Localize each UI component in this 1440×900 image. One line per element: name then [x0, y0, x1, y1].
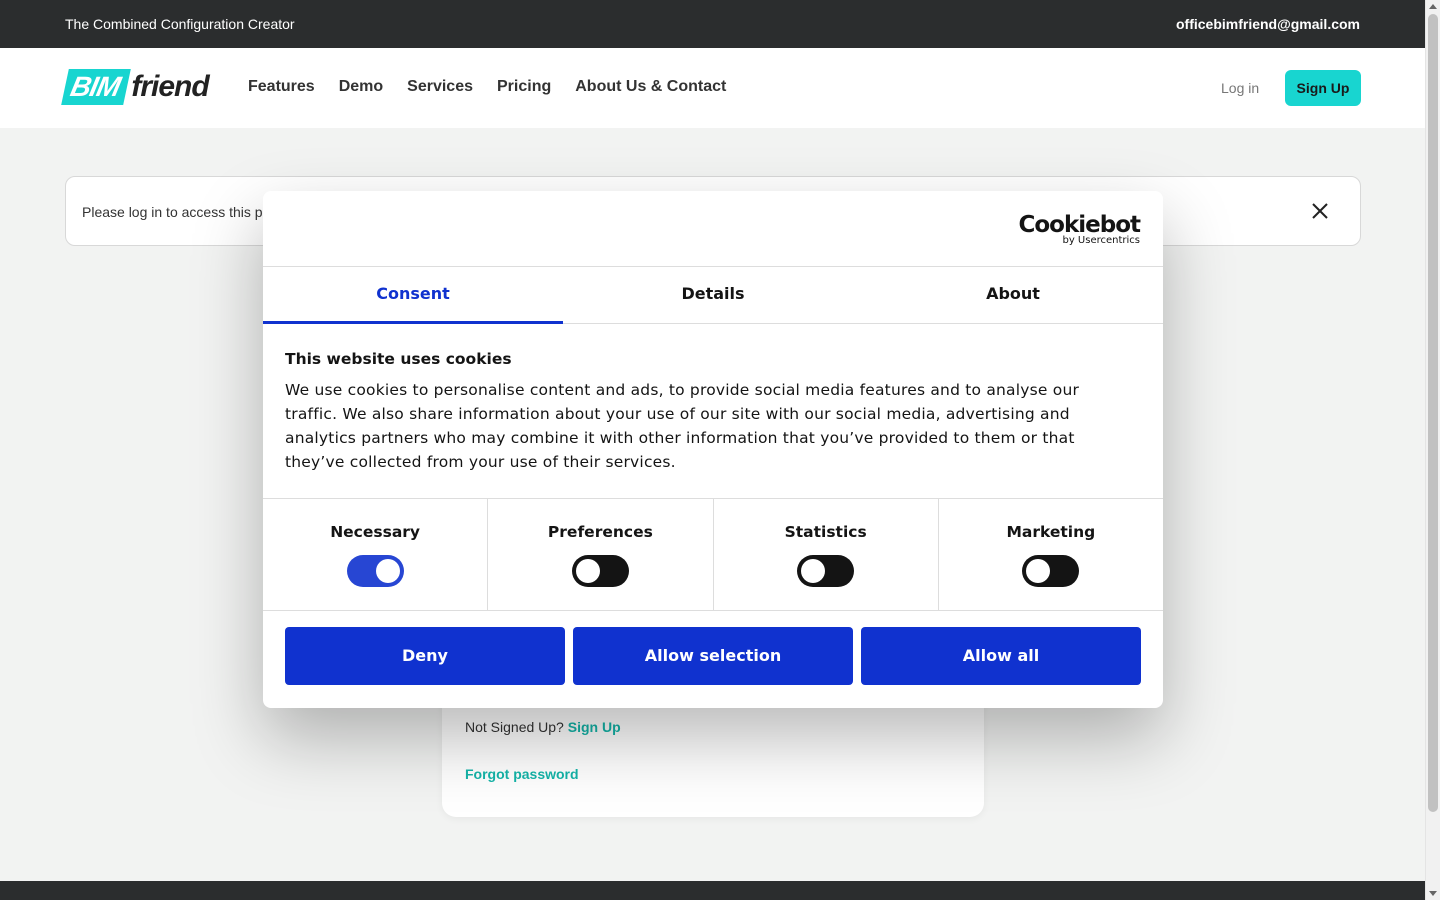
- tab-details[interactable]: Details: [563, 267, 863, 323]
- top-bar: The Combined Configuration Creator offic…: [0, 0, 1425, 48]
- allow-all-button[interactable]: Allow all: [861, 627, 1141, 685]
- card-signup-link[interactable]: Sign Up: [568, 719, 621, 735]
- toggle-knob: [575, 559, 600, 583]
- logo-bim-text: BIM: [61, 69, 132, 105]
- nav-pricing[interactable]: Pricing: [497, 78, 551, 96]
- category-label: Necessary: [330, 523, 421, 541]
- nav-features[interactable]: Features: [248, 78, 315, 96]
- dialog-tabs: Consent Details About: [263, 267, 1163, 324]
- consent-body: This website uses cookies We use cookies…: [285, 350, 1145, 474]
- alert-message: Please log in to access this pa: [82, 204, 271, 220]
- statistics-toggle[interactable]: [797, 555, 855, 587]
- footer: [0, 881, 1425, 900]
- login-link[interactable]: Log in: [1221, 80, 1259, 96]
- page-scrollbar[interactable]: [1425, 0, 1440, 900]
- toggle-knob: [1026, 559, 1051, 583]
- consent-text: We use cookies to personalise content an…: [285, 381, 1080, 471]
- category-preferences: Preferences: [488, 499, 714, 610]
- nav-about-contact[interactable]: About Us & Contact: [575, 78, 726, 96]
- toggle-knob: [375, 559, 400, 583]
- allow-selection-button[interactable]: Allow selection: [573, 627, 853, 685]
- category-label: Marketing: [1006, 523, 1096, 541]
- close-icon[interactable]: [1310, 201, 1330, 221]
- cookie-consent-dialog: Cookiebot by Usercentrics Consent Detail…: [263, 191, 1163, 708]
- forgot-password-link[interactable]: Forgot password: [465, 766, 579, 782]
- main-navbar: BIM friend Features Demo Services Pricin…: [0, 48, 1425, 128]
- necessary-toggle[interactable]: [346, 555, 404, 587]
- category-necessary: Necessary: [263, 499, 489, 610]
- deny-button[interactable]: Deny: [285, 627, 565, 685]
- bimfriend-logo[interactable]: BIM friend: [61, 69, 210, 105]
- tagline: The Combined Configuration Creator: [65, 16, 295, 32]
- tab-about[interactable]: About: [863, 267, 1163, 323]
- preferences-toggle[interactable]: [571, 555, 629, 587]
- contact-email-link[interactable]: officebimfriend@gmail.com: [1176, 16, 1360, 32]
- nav-services[interactable]: Services: [407, 78, 473, 96]
- category-label: Preferences: [547, 523, 653, 541]
- scroll-down-arrow-icon[interactable]: [1429, 891, 1437, 896]
- category-marketing: Marketing: [939, 499, 1163, 610]
- category-statistics: Statistics: [714, 499, 939, 610]
- scroll-up-arrow-icon[interactable]: [1429, 4, 1437, 9]
- cookie-category-toggles: Necessary Preferences Statistics Marketi…: [263, 498, 1163, 611]
- consent-title: This website uses cookies: [285, 350, 512, 368]
- not-signed-up-row: Not Signed Up? Sign Up: [465, 719, 621, 735]
- logo-friend-text: friend: [131, 70, 209, 103]
- dialog-header: Cookiebot by Usercentrics: [263, 191, 1163, 267]
- category-label: Statistics: [784, 523, 867, 541]
- tab-consent[interactable]: Consent: [263, 267, 563, 324]
- toggle-knob: [801, 559, 826, 583]
- cookiebot-brand: Cookiebot: [1018, 212, 1141, 238]
- consent-buttons: Deny Allow selection Allow all: [285, 627, 1141, 685]
- scrollbar-thumb[interactable]: [1428, 14, 1438, 812]
- signup-button[interactable]: Sign Up: [1285, 70, 1361, 106]
- not-signed-up-text: Not Signed Up?: [465, 719, 564, 735]
- cookiebot-logo[interactable]: Cookiebot by Usercentrics: [1018, 212, 1141, 246]
- nav-demo[interactable]: Demo: [339, 78, 383, 96]
- marketing-toggle[interactable]: [1022, 555, 1080, 587]
- nav-links: Features Demo Services Pricing About Us …: [248, 78, 726, 96]
